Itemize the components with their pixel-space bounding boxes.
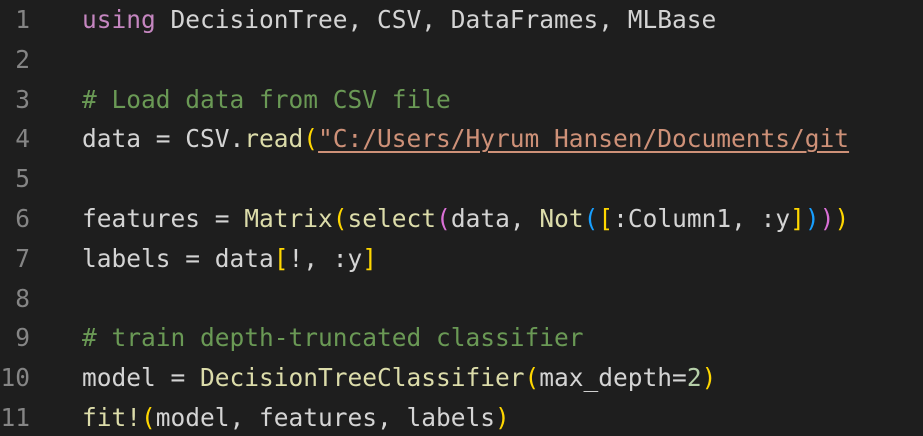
line-number: 6: [15, 204, 30, 233]
code-token-cmt: # Load data from CSV file: [82, 84, 451, 114]
code-text[interactable]: # Load data from CSV file: [82, 80, 451, 120]
code-line[interactable]: 8: [0, 279, 923, 319]
code-line[interactable]: 3 # Load data from CSV file: [0, 80, 923, 120]
code-token-fn: DecisionTreeClassifier: [200, 363, 525, 393]
code-token-b2: (: [436, 204, 451, 233]
code-token-b1: (: [303, 124, 319, 154]
code-text[interactable]: model = DecisionTreeClassifier(max_depth…: [82, 358, 716, 398]
code-token-fn: Not: [539, 204, 584, 233]
code-line[interactable]: 5: [0, 159, 923, 199]
code-line[interactable]: 10 model = DecisionTreeClassifier(max_dep…: [0, 358, 923, 398]
line-number: 4: [15, 124, 30, 154]
code-line[interactable]: 7 labels = data[!, :y]: [0, 239, 923, 279]
line-number: 9: [15, 323, 30, 353]
code-token-b1: ): [495, 403, 510, 432]
code-editor[interactable]: 1 using DecisionTree, CSV, DataFrames, ML…: [0, 0, 923, 436]
code-token-plain: model =: [82, 363, 201, 393]
code-text[interactable]: labels = data[!, :y]: [82, 239, 377, 279]
line-number: 2: [15, 44, 30, 74]
code-token-b3: ): [804, 204, 820, 233]
line-number: 5: [15, 164, 30, 194]
code-line[interactable]: 11 fit!(model, features, labels): [0, 398, 923, 436]
code-text[interactable]: data = CSV.read("C:/Users/Hyrum Hansen/D…: [82, 119, 849, 159]
code-line[interactable]: 2: [0, 40, 923, 80]
code-token-str: "C:/Users/Hyrum Hansen/Documents/git: [318, 124, 850, 154]
code-token-b1: (: [524, 363, 540, 393]
code-line[interactable]: 1 using DecisionTree, CSV, DataFrames, ML…: [0, 0, 923, 40]
code-token-plain: data = CSV.: [82, 124, 245, 154]
code-token-b1: ): [701, 363, 717, 393]
code-text[interactable]: fit!(model, features, labels): [82, 398, 510, 436]
code-token-kw: using: [82, 5, 156, 34]
code-token-b1: ): [834, 204, 850, 233]
line-number: 3: [15, 84, 30, 114]
code-token-plain: DecisionTree, CSV, DataFrames, MLBase: [155, 5, 717, 34]
code-token-plain: model, features, labels: [155, 403, 496, 432]
line-number: 8: [15, 283, 30, 313]
code-token-b2: ): [819, 204, 835, 233]
code-token-num: 2: [686, 363, 702, 393]
code-token-b1: ]: [362, 243, 378, 273]
code-token-b1: [: [273, 243, 289, 273]
code-token-fn: read: [244, 124, 304, 154]
code-token-fn: fit!: [82, 403, 142, 432]
code-token-plain: !, :y: [288, 243, 363, 273]
code-token-fn: Matrix: [244, 204, 333, 233]
code-token-cmt: # train depth-truncated classifier: [82, 323, 584, 353]
code-line[interactable]: 4 data = CSV.read("C:/Users/Hyrum Hansen/…: [0, 119, 923, 159]
code-text[interactable]: using DecisionTree, CSV, DataFrames, MLB…: [82, 0, 716, 40]
code-token-b3: (: [583, 204, 599, 233]
code-line[interactable]: 6 features = Matrix(select(data, Not([:Co…: [0, 199, 923, 239]
code-token-plain: data,: [450, 204, 540, 233]
code-text[interactable]: # train depth-truncated classifier: [82, 318, 584, 358]
line-number: 7: [15, 243, 30, 273]
code-token-b1: (: [332, 204, 348, 233]
code-text[interactable]: features = Matrix(select(data, Not([:Col…: [82, 199, 849, 239]
code-token-plain: max_depth=: [539, 363, 687, 393]
code-token-plain: features =: [82, 204, 245, 233]
code-token-plain: labels = data: [82, 243, 274, 273]
code-token-fn: select: [347, 204, 437, 233]
line-number: 11: [0, 403, 30, 432]
line-number: 1: [15, 5, 30, 34]
code-token-b1: ]: [790, 204, 805, 233]
line-number: 10: [0, 363, 30, 393]
code-line[interactable]: 9 # train depth-truncated classifier: [0, 318, 923, 358]
code-token-b1: [: [598, 204, 614, 233]
code-token-plain: :Column1, :y: [613, 204, 791, 233]
code-token-b1: (: [141, 403, 156, 432]
